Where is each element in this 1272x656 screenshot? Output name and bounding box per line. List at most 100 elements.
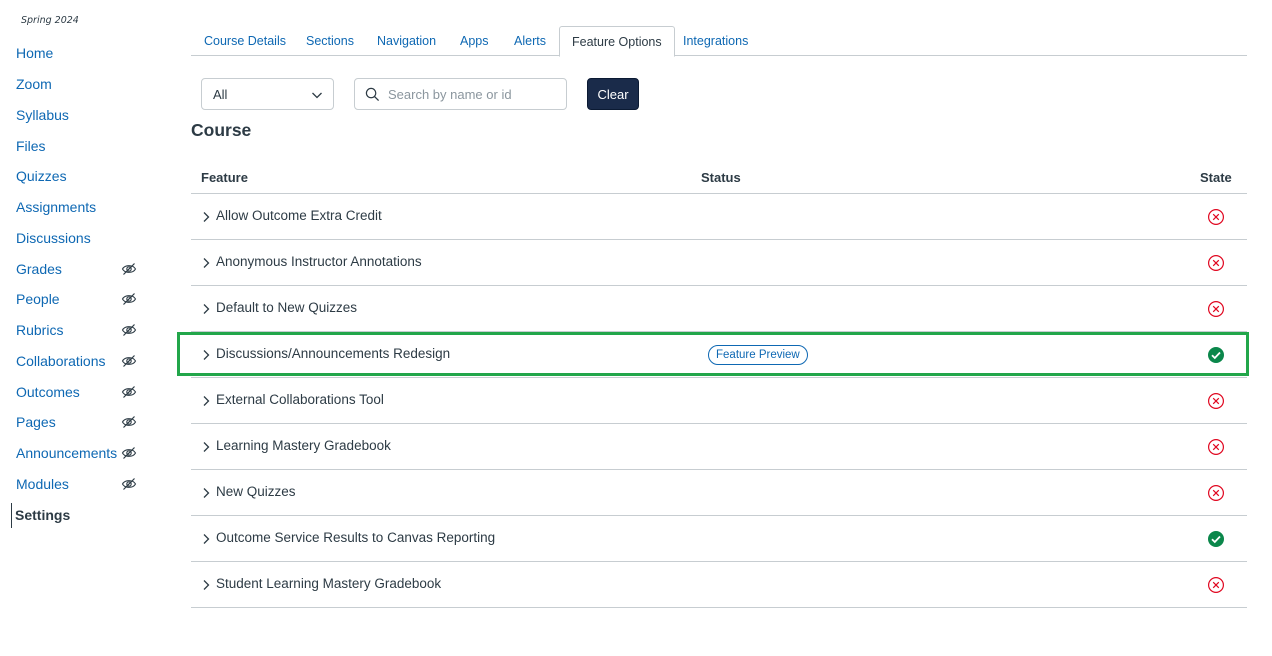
eye-slash-icon: [121, 385, 137, 398]
check-circle-icon[interactable]: [1207, 530, 1225, 548]
tab-course-details[interactable]: Course Details: [204, 26, 286, 56]
feature-name[interactable]: New Quizzes: [216, 484, 296, 499]
nav-item-quizzes[interactable]: Quizzes: [0, 161, 160, 192]
header-feature: Feature: [201, 170, 248, 185]
x-circle-icon[interactable]: [1207, 438, 1225, 456]
nav-item-label: Syllabus: [16, 106, 69, 123]
chevron-right-icon[interactable]: [201, 579, 211, 591]
nav-item-people[interactable]: People: [0, 284, 160, 315]
nav-item-label: Grades: [16, 260, 62, 277]
x-circle-icon[interactable]: [1207, 576, 1225, 594]
eye-slash-icon: [121, 354, 137, 367]
table-row: Outcome Service Results to Canvas Report…: [191, 516, 1247, 562]
nav-item-label: Quizzes: [16, 168, 67, 185]
check-circle-icon[interactable]: [1207, 346, 1225, 364]
chevron-right-icon[interactable]: [201, 257, 211, 269]
nav-item-files[interactable]: Files: [0, 130, 160, 161]
table-row: Learning Mastery Gradebook: [191, 424, 1247, 470]
eye-slash-icon: [121, 293, 137, 306]
table-header: Feature Status State: [191, 162, 1247, 194]
chevron-right-icon[interactable]: [201, 303, 211, 315]
nav-item-label: People: [16, 291, 60, 308]
feature-name[interactable]: External Collaborations Tool: [216, 392, 384, 407]
nav-item-label: Settings: [15, 506, 71, 523]
filter-select-value: All: [213, 86, 228, 102]
nav-item-zoom[interactable]: Zoom: [0, 69, 160, 100]
feature-name[interactable]: Default to New Quizzes: [216, 300, 357, 315]
feature-name[interactable]: Learning Mastery Gradebook: [216, 438, 391, 453]
table-row: External Collaborations Tool: [191, 378, 1247, 424]
term-label: Spring 2024: [21, 15, 79, 26]
x-circle-icon[interactable]: [1207, 484, 1225, 502]
nav-item-label: Collaborations: [16, 352, 106, 369]
nav-item-modules[interactable]: Modules: [0, 469, 160, 500]
eye-slash-icon: [121, 477, 137, 490]
status-badge: Feature Preview: [708, 345, 808, 365]
feature-name[interactable]: Outcome Service Results to Canvas Report…: [216, 530, 495, 545]
chevron-right-icon[interactable]: [201, 395, 211, 407]
x-circle-icon[interactable]: [1207, 208, 1225, 226]
chevron-right-icon[interactable]: [201, 211, 211, 223]
nav-item-label: Pages: [16, 414, 56, 431]
nav-item-settings[interactable]: Settings: [0, 499, 160, 530]
feature-table: Feature Status State Allow Outcome Extra…: [191, 162, 1247, 608]
nav-item-collaborations[interactable]: Collaborations: [0, 346, 160, 377]
eye-slash-icon: [121, 324, 137, 337]
nav-item-label: Announcements: [16, 445, 118, 462]
nav-item-label: Rubrics: [16, 322, 64, 339]
feature-name[interactable]: Discussions/Announcements Redesign: [216, 346, 450, 361]
clear-button[interactable]: Clear: [587, 78, 639, 110]
x-circle-icon[interactable]: [1207, 392, 1225, 410]
header-state: State: [1200, 170, 1232, 185]
chevron-down-icon: [312, 92, 322, 99]
nav-item-label: Files: [16, 137, 46, 154]
section-title: Course: [191, 120, 252, 140]
nav-item-announcements[interactable]: Announcements: [0, 438, 160, 469]
eye-slash-icon: [121, 416, 137, 429]
chevron-right-icon[interactable]: [201, 349, 211, 361]
nav-item-discussions[interactable]: Discussions: [0, 223, 160, 254]
tab-alerts[interactable]: Alerts: [514, 26, 546, 56]
search-icon: [365, 87, 380, 102]
tab-apps[interactable]: Apps: [460, 26, 489, 56]
nav-item-label: Discussions: [16, 229, 91, 246]
nav-item-assignments[interactable]: Assignments: [0, 192, 160, 223]
feature-filter-select[interactable]: All: [201, 78, 334, 110]
tab-feature-options[interactable]: Feature Options: [559, 26, 675, 57]
table-row: Student Learning Mastery Gradebook: [191, 562, 1247, 608]
nav-item-home[interactable]: Home: [0, 38, 160, 69]
table-row: Allow Outcome Extra Credit: [191, 194, 1247, 240]
chevron-right-icon[interactable]: [201, 487, 211, 499]
nav-item-label: Zoom: [16, 76, 52, 93]
header-status: Status: [701, 170, 741, 185]
x-circle-icon[interactable]: [1207, 254, 1225, 272]
nav-item-label: Modules: [16, 475, 69, 492]
nav-item-label: Home: [16, 45, 54, 62]
table-row: Discussions/Announcements Redesign Featur…: [191, 332, 1247, 378]
feature-name[interactable]: Student Learning Mastery Gradebook: [216, 576, 441, 591]
chevron-right-icon[interactable]: [201, 441, 211, 453]
feature-name[interactable]: Anonymous Instructor Annotations: [216, 254, 422, 269]
course-nav: Home Zoom Syllabus Files Quizzes Assignments D…: [0, 38, 160, 530]
feature-name[interactable]: Allow Outcome Extra Credit: [216, 208, 382, 223]
nav-item-label: Outcomes: [16, 383, 80, 400]
nav-item-rubrics[interactable]: Rubrics: [0, 315, 160, 346]
tab-sections[interactable]: Sections: [306, 26, 354, 56]
tab-navigation[interactable]: Navigation: [377, 26, 436, 56]
nav-item-grades[interactable]: Grades: [0, 253, 160, 284]
nav-item-syllabus[interactable]: Syllabus: [0, 100, 160, 131]
feature-search[interactable]: [354, 78, 567, 110]
table-body: Allow Outcome Extra Credit Anonymous Inst…: [191, 194, 1247, 608]
course-sidebar: Spring 2024 Home Zoom Syllabus Files Quizzes…: [0, 0, 160, 656]
nav-item-label: Assignments: [16, 199, 97, 216]
tab-integrations[interactable]: Integrations: [683, 26, 748, 56]
x-circle-icon[interactable]: [1207, 300, 1225, 318]
table-row: Anonymous Instructor Annotations: [191, 240, 1247, 286]
table-row: Default to New Quizzes: [191, 286, 1247, 332]
search-input[interactable]: [388, 84, 563, 104]
nav-item-pages[interactable]: Pages: [0, 407, 160, 438]
nav-item-outcomes[interactable]: Outcomes: [0, 376, 160, 407]
eye-slash-icon: [121, 262, 137, 275]
table-row: New Quizzes: [191, 470, 1247, 516]
chevron-right-icon[interactable]: [201, 533, 211, 545]
